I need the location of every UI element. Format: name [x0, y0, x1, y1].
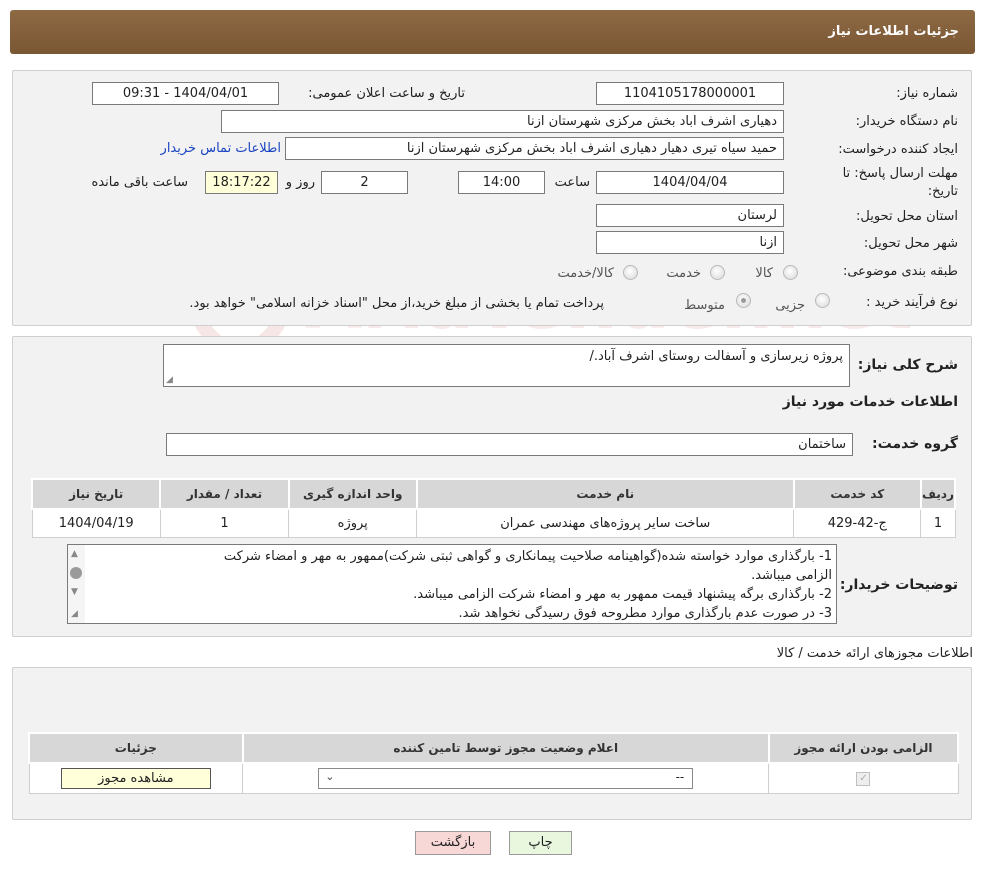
cell-service-code: ج-42-429	[793, 508, 922, 538]
page-title: جزئیات اطلاعات نیاز	[828, 24, 959, 39]
category-option-service: خدمت	[666, 266, 701, 281]
buyer-notes-text: 1- بارگذاری موارد خواسته شده(گواهینامه ص…	[92, 547, 832, 623]
permits-table: الزامی بودن ارائه مجوز اعلام وضعیت مجوز …	[28, 732, 960, 794]
days-remaining-field: 2	[321, 171, 408, 194]
buyer-contact-link[interactable]: اطلاعات تماس خریدار	[161, 141, 281, 156]
col-permit-details: جزئیات	[28, 732, 244, 764]
chevron-down-icon: ⌄	[325, 769, 335, 783]
purchase-note: پرداخت تمام یا بخشی از مبلغ خرید،از محل …	[189, 296, 604, 311]
service-group-label: گروه خدمت:	[872, 436, 958, 452]
remaining-time-label: ساعت باقی مانده	[91, 175, 188, 190]
permits-header-row: الزامی بودن ارائه مجوز اعلام وضعیت مجوز …	[28, 732, 960, 764]
category-radio-goods-service[interactable]	[623, 265, 638, 280]
print-button[interactable]: چاپ	[509, 831, 572, 855]
purchase-option-medium: متوسط	[684, 298, 725, 313]
category-option-goods-service: کالا/خدمت	[557, 266, 614, 281]
scroll-thumb[interactable]	[70, 567, 82, 579]
cell-quantity: 1	[159, 508, 290, 538]
purchase-radio-minor[interactable]	[815, 293, 830, 308]
province-field: لرستان	[596, 204, 784, 227]
scroll-up-icon[interactable]: ▲	[71, 549, 78, 559]
purchase-radio-medium[interactable]	[736, 293, 751, 308]
items-table-header-row: ردیف کد خدمت نام خدمت واحد اندازه گیری ت…	[30, 478, 957, 510]
category-radio-service[interactable]	[710, 265, 725, 280]
announce-field: 1404/04/01 - 09:31	[92, 82, 279, 105]
col-need-date: تاریخ نیاز	[30, 478, 162, 510]
table-row: ✓ -- ⌄ مشاهده مجوز	[28, 762, 959, 794]
col-unit: واحد اندازه گیری	[287, 478, 418, 510]
deadline-label: مهلت ارسال پاسخ: تا تاریخ:	[842, 166, 958, 199]
buyer-note-line: 2- بارگذاری برگه پیشنهاد قیمت ممهور به م…	[413, 587, 832, 602]
deadline-date-field: 1404/04/04	[596, 171, 784, 194]
back-button[interactable]: بازگشت	[415, 831, 491, 855]
buyer-note-line: 1- بارگذاری موارد خواسته شده(گواهینامه ص…	[223, 549, 832, 564]
scroll-down-icon[interactable]: ▼	[71, 587, 78, 597]
announce-label: تاریخ و ساعت اعلان عمومی:	[308, 86, 465, 101]
services-title: اطلاعات خدمات مورد نیاز	[782, 394, 958, 410]
days-label: روز و	[285, 175, 315, 190]
permit-status-value: --	[675, 769, 685, 784]
cell-permit-status: -- ⌄	[242, 762, 770, 794]
page-header: جزئیات اطلاعات نیاز	[10, 10, 975, 54]
city-field: ازنا	[596, 231, 784, 254]
cell-unit: پروژه	[288, 508, 418, 538]
col-row-number: ردیف	[919, 478, 957, 510]
cell-row-number: 1	[920, 508, 956, 538]
province-label: استان محل تحویل:	[856, 209, 958, 224]
buyer-notes-scrollbar[interactable]: ▲ ▼ ◢	[68, 545, 85, 623]
buyer-org-label: نام دستگاه خریدار:	[855, 114, 958, 129]
summary-text: پروژه زیرسازی و آسفالت روستای اشرف آباد.…	[589, 349, 843, 364]
requester-label: ایجاد کننده درخواست:	[838, 142, 958, 157]
cell-need-date: 1404/04/19	[31, 508, 161, 538]
requester-field: حمید سیاه تیری دهیار دهیاری اشرف اباد بخ…	[285, 137, 784, 160]
permit-required-checkbox[interactable]: ✓	[856, 772, 871, 787]
col-permit-required: الزامی بودن ارائه مجوز	[767, 732, 960, 764]
cell-permit-details: مشاهده مجوز	[28, 762, 244, 794]
category-option-goods: کالا	[755, 266, 773, 281]
col-service-code: کد خدمت	[792, 478, 922, 510]
deadline-time-field: 14:00	[458, 171, 545, 194]
purchase-option-minor: جزیی	[775, 298, 805, 313]
summary-label: شرح کلی نیاز:	[857, 357, 958, 373]
permits-title: اطلاعات مجوزهای ارائه خدمت / کالا	[776, 646, 973, 661]
buyer-org-field: دهیاری اشرف اباد بخش مرکزی شهرستان ازنا	[221, 110, 784, 133]
buyer-notes-label: توضیحات خریدار:	[839, 577, 958, 593]
cell-permit-required: ✓	[768, 762, 959, 794]
resize-grip-icon[interactable]: ◢	[166, 375, 173, 385]
deadline-time-label: ساعت	[554, 175, 590, 190]
buyer-note-line: 3- در صورت عدم بارگذاری موارد مطروحه فوق…	[458, 606, 832, 621]
cell-service-name: ساخت سایر پروژه‌های مهندسی عمران	[416, 508, 795, 538]
city-label: شهر محل تحویل:	[863, 236, 958, 251]
table-row: 1 ج-42-429 ساخت سایر پروژه‌های مهندسی عم…	[31, 508, 956, 538]
need-number-label: شماره نیاز:	[896, 86, 958, 101]
category-label: طبقه بندی موضوعی:	[842, 264, 958, 279]
items-table: ردیف کد خدمت نام خدمت واحد اندازه گیری ت…	[30, 478, 957, 538]
category-radio-goods[interactable]	[783, 265, 798, 280]
permit-status-select[interactable]: -- ⌄	[318, 767, 694, 789]
col-service-name: نام خدمت	[415, 478, 795, 510]
buyer-note-line: الزامی میباشد.	[751, 568, 832, 583]
buyer-notes-textarea[interactable]: 1- بارگذاری موارد خواسته شده(گواهینامه ص…	[67, 544, 837, 624]
purchase-type-label: نوع فرآیند خرید :	[866, 295, 958, 310]
resize-grip-icon[interactable]: ◢	[71, 609, 78, 619]
service-group-field: ساختمان	[166, 433, 853, 456]
col-permit-status: اعلام وضعیت مجوز توسط تامین کننده	[241, 732, 770, 764]
need-number-field: 1104105178000001	[596, 82, 784, 105]
col-quantity: تعداد / مقدار	[159, 478, 290, 510]
remaining-time-field: 18:17:22	[205, 171, 278, 194]
view-permit-button[interactable]: مشاهده مجوز	[60, 767, 211, 789]
summary-textarea: پروژه زیرسازی و آسفالت روستای اشرف آباد.…	[163, 344, 850, 387]
